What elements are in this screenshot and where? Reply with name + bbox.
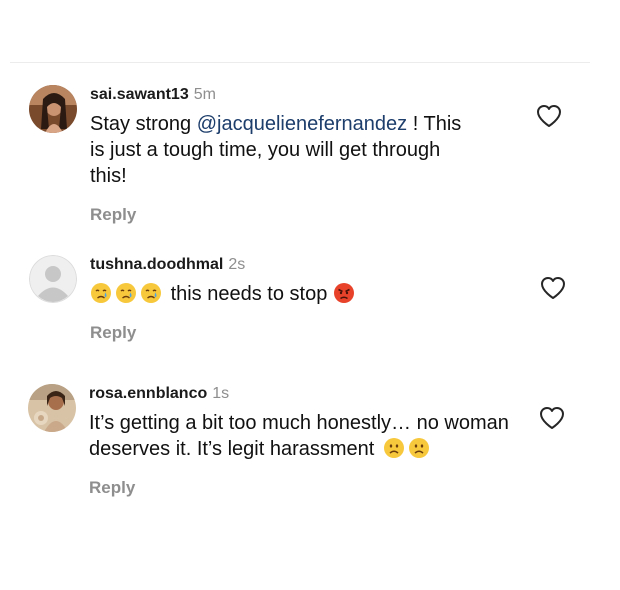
frowning-face-icon (383, 437, 405, 459)
comment-text: Stay strong @jacquelienefernandez ! This… (90, 113, 462, 187)
top-divider (10, 62, 590, 63)
crying-face-icon (115, 282, 137, 304)
avatar[interactable] (28, 384, 76, 432)
comment-username[interactable]: rosa.ennblanco (89, 385, 207, 402)
frowning-face-icon (408, 437, 430, 459)
heart-icon[interactable] (540, 276, 566, 300)
comment-timestamp: 1s (212, 385, 230, 402)
reply-button[interactable]: Reply (89, 478, 529, 498)
comment-text: this needs to stop (90, 281, 510, 307)
heart-icon[interactable] (536, 104, 562, 128)
crying-face-icon (140, 282, 162, 304)
comment-timestamp: 5m (193, 86, 216, 103)
comment-timestamp: 2s (228, 256, 246, 273)
avatar[interactable] (29, 255, 77, 303)
comment-username[interactable]: tushna.doodhmal (90, 256, 223, 273)
angry-face-icon (333, 282, 355, 304)
reply-button[interactable]: Reply (90, 323, 510, 343)
mention-link[interactable]: @jacquelienefernandez (197, 113, 407, 135)
crying-face-icon (90, 282, 112, 304)
comment-text: It’s getting a bit too much honestly… no… (89, 412, 509, 460)
avatar[interactable] (29, 85, 77, 133)
heart-icon[interactable] (539, 406, 565, 430)
comment-username[interactable]: sai.sawant13 (90, 86, 189, 103)
reply-button[interactable]: Reply (90, 205, 510, 225)
